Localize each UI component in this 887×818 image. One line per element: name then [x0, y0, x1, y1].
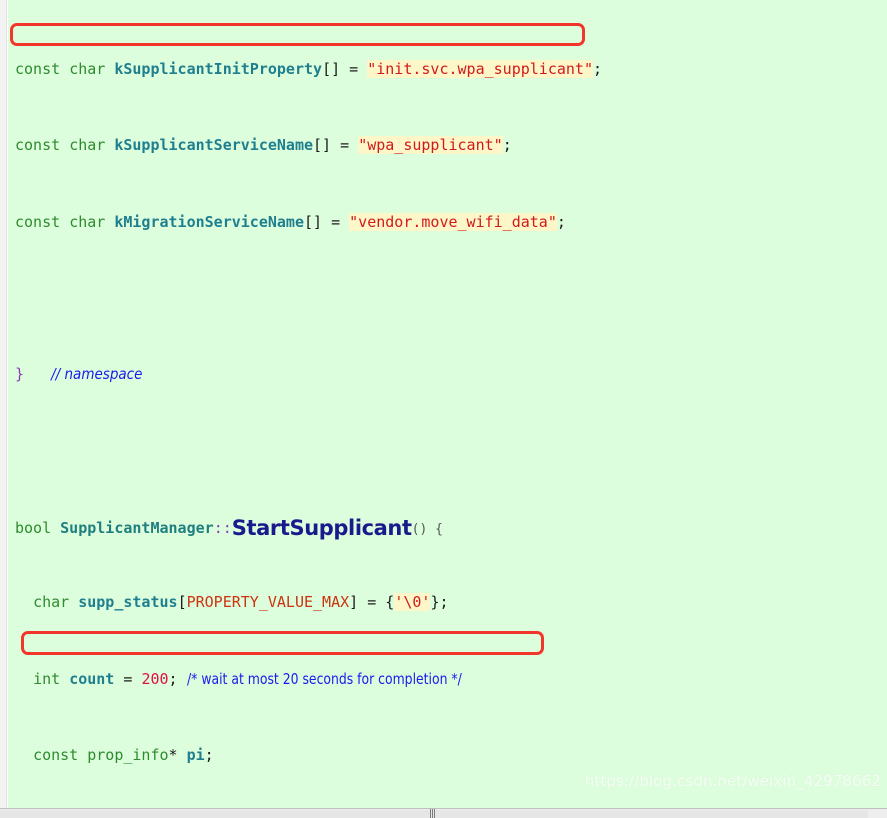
code-line: const prop_info* pi;	[33, 745, 214, 764]
code-line: } // namespace	[15, 364, 143, 383]
code-line: const char kSupplicantInitProperty[] = "…	[15, 60, 603, 79]
code-surface[interactable]: const char kSupplicantInitProperty[] = "…	[8, 0, 887, 810]
horizontal-scrollbar[interactable]: |||	[0, 808, 887, 818]
line-gutter	[0, 0, 7, 810]
code-line: const char kMigrationServiceName[] = "ve…	[15, 212, 566, 231]
code-line: int count = 200; /* wait at most 20 seco…	[33, 669, 462, 688]
scrollbar-grip-icon[interactable]: |||	[426, 810, 438, 818]
code-line-function-signature: bool SupplicantManager::StartSupplicant(…	[15, 516, 443, 541]
code-text[interactable]: const char kSupplicantInitProperty[] = "…	[8, 3, 887, 810]
watermark: https://blog.csdn.net/weixin_42978662	[584, 772, 881, 790]
code-line-supplicant-service-name: const char kSupplicantServiceName[] = "w…	[15, 136, 512, 155]
code-viewer: const char kSupplicantInitProperty[] = "…	[0, 0, 887, 818]
code-line: char supp_status[PROPERTY_VALUE_MAX] = {…	[33, 593, 449, 612]
